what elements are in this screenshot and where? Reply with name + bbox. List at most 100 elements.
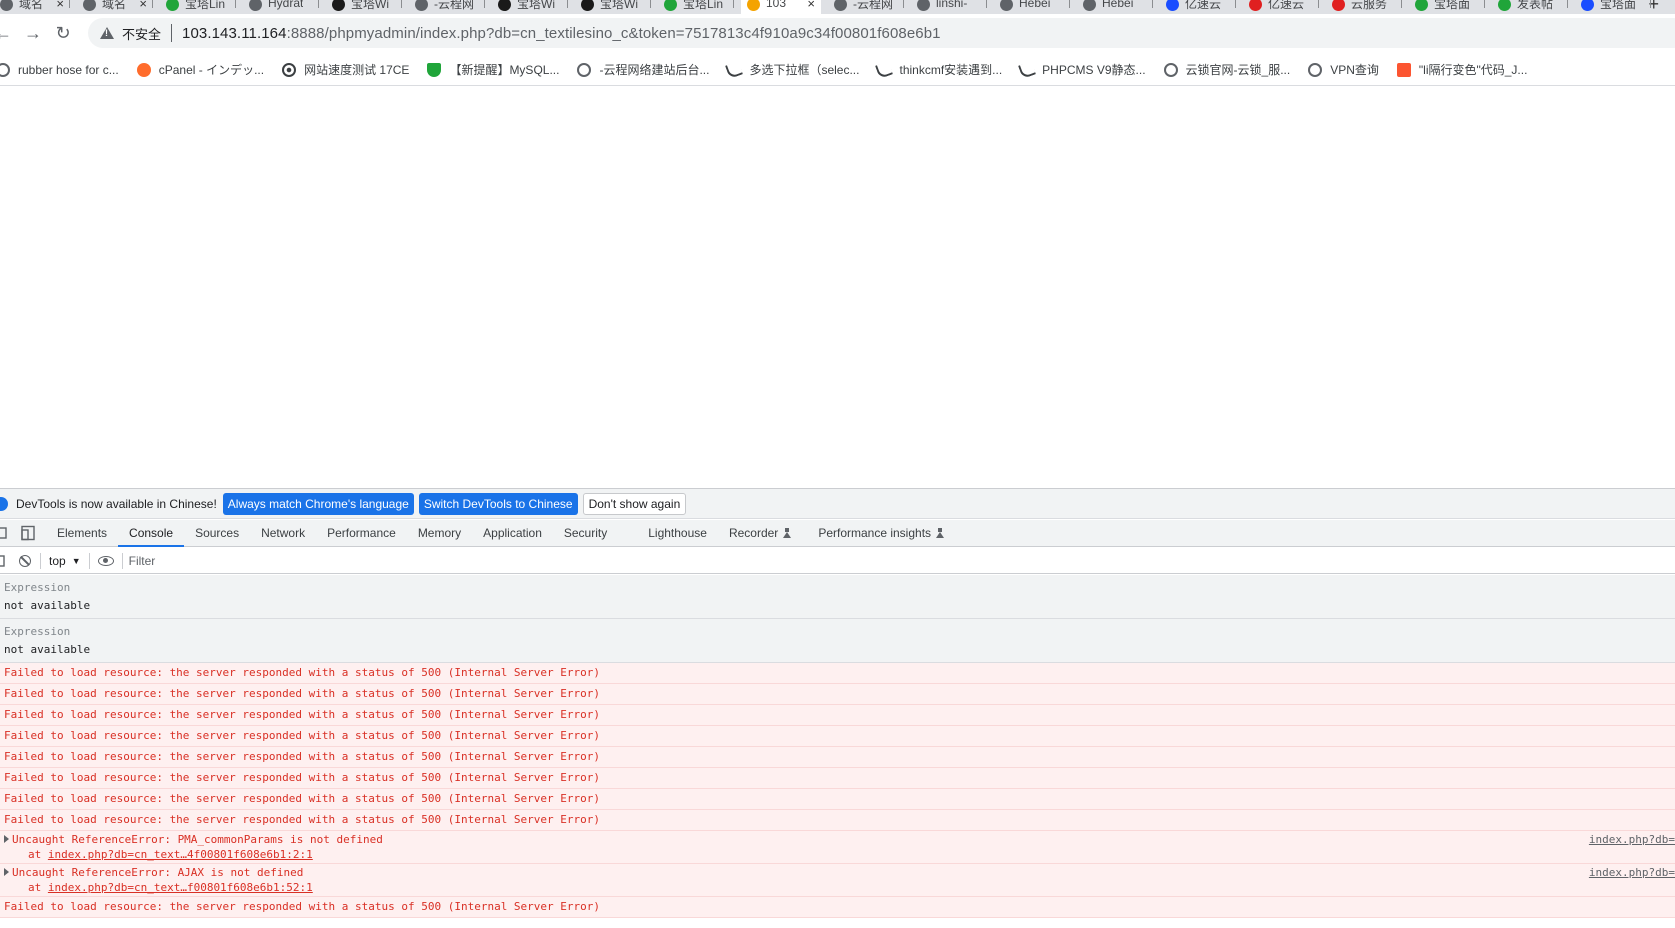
browser-tab[interactable]: linshi-: [911, 0, 987, 14]
stack-frame-link[interactable]: index.php?db=cn_text…4f00801f608e6b1:2:1: [48, 848, 313, 861]
infobar-message: DevTools is now available in Chinese!: [16, 496, 217, 511]
devtools-tab-performance-insights[interactable]: Performance insights: [807, 520, 960, 546]
devtools-tab-label: Security: [563, 526, 608, 540]
bookmark-item[interactable]: VPN查询: [1308, 61, 1379, 78]
devtools-tab-sources[interactable]: Sources: [184, 520, 250, 546]
bookmark-item[interactable]: rubber hose for c...: [0, 62, 119, 77]
tab-favicon-icon: [917, 0, 930, 11]
address-bar[interactable]: 不安全 103.143.11.164:8888/phpmyadmin/index…: [88, 18, 1675, 48]
browser-tab[interactable]: 宝塔Lin: [658, 0, 734, 14]
devtools-tab-lighthouse[interactable]: Lighthouse: [618, 520, 718, 546]
browser-tab[interactable]: 发表帖: [1492, 0, 1568, 14]
tab-close-icon[interactable]: ×: [139, 0, 147, 11]
console-exception-message[interactable]: Uncaught ReferenceError: PMA_commonParam…: [0, 831, 1675, 864]
console-error-message: Failed to load resource: the server resp…: [0, 726, 1675, 747]
browser-tab[interactable]: -云程网: [409, 0, 485, 14]
forward-button[interactable]: →: [22, 22, 44, 44]
inspect-element-icon[interactable]: [0, 520, 10, 546]
devtools-tab-label: Application: [483, 526, 542, 540]
bookmark-item[interactable]: 【新提醒】MySQL...: [427, 61, 559, 78]
bookmark-label: VPN查询: [1330, 63, 1379, 77]
always-match-language-button[interactable]: Always match Chrome's language: [222, 492, 414, 515]
stack-prefix: at: [28, 848, 48, 861]
tab-title: 宝塔Wi: [600, 0, 638, 11]
browser-tab[interactable]: 云服务: [1326, 0, 1402, 14]
console-error-message: Failed to load resource: the server resp…: [0, 663, 1675, 684]
browser-tab[interactable]: Hebei: [994, 0, 1070, 14]
browser-tab[interactable]: 宝塔面: [1409, 0, 1485, 14]
browser-tab[interactable]: 宝塔Lin: [160, 0, 236, 14]
devtools-tab-performance[interactable]: Performance: [316, 520, 407, 546]
clear-console-icon: [19, 554, 31, 567]
browser-tab[interactable]: 宝塔面: [1575, 0, 1651, 14]
context-label: top: [49, 553, 66, 568]
browser-tab[interactable]: -云程网: [828, 0, 904, 14]
bookmark-item[interactable]: "li隔行变色"代码_J...: [1396, 61, 1528, 78]
expand-triangle-icon[interactable]: [4, 835, 9, 843]
url-text[interactable]: 103.143.11.164:8888/phpmyadmin/index.php…: [182, 25, 941, 42]
context-selector[interactable]: top ▼: [49, 554, 81, 568]
bookmark-item[interactable]: -云程网络建站后台...: [577, 61, 709, 78]
tab-title: 发表帖: [1517, 0, 1554, 11]
sidebar-toggle-icon[interactable]: [0, 549, 10, 573]
expand-triangle-icon[interactable]: [4, 868, 9, 876]
bookmark-item[interactable]: cPanel - インデッ...: [136, 61, 264, 78]
exception-text: Uncaught ReferenceError: AJAX is not def…: [12, 866, 304, 879]
browser-window: + 域名 × 域名 × 宝塔Lin Hydrat 宝塔Wi -云程网 宝塔Wi 宝塔Wi 宝塔Lin…: [0, 0, 1675, 928]
insecure-label[interactable]: 不安全: [122, 24, 161, 43]
filter-input[interactable]: Filter: [129, 554, 156, 568]
switch-to-chinese-button[interactable]: Switch DevTools to Chinese: [418, 492, 578, 515]
source-location-link[interactable]: index.php?db=: [1589, 832, 1675, 848]
tab-favicon-icon: [249, 0, 262, 11]
devtools-tab-elements[interactable]: Elements: [46, 520, 118, 546]
browser-tab[interactable]: Hebei: [1077, 0, 1153, 14]
devtools-tab-label: Lighthouse: [648, 526, 707, 540]
devtools-tab-recorder[interactable]: Recorder: [718, 520, 807, 546]
devtools-tab-memory[interactable]: Memory: [407, 520, 472, 546]
stack-frame-link[interactable]: index.php?db=cn_text…f00801f608e6b1:52:1: [48, 881, 313, 894]
browser-tab[interactable]: 宝塔Wi: [492, 0, 568, 14]
tab-title: 宝塔Wi: [351, 0, 389, 11]
devtools-tab-network[interactable]: Network: [250, 520, 316, 546]
browser-tab[interactable]: Hydrat: [243, 0, 319, 14]
bookmark-item[interactable]: 多选下拉框（selec...: [725, 60, 859, 79]
tab-title: 云服务: [1351, 0, 1388, 11]
bookmark-item[interactable]: 云锁官网-云锁_服...: [1163, 61, 1290, 78]
live-expression[interactable]: Expression not available: [0, 619, 1675, 663]
tab-title: 宝塔Wi: [517, 0, 555, 11]
devtools-tab-application[interactable]: Application: [472, 520, 553, 546]
tab-close-icon[interactable]: ×: [807, 0, 815, 11]
tab-favicon-icon: [834, 0, 847, 11]
live-expression-eye-icon[interactable]: [97, 555, 114, 566]
devtools-tab-security[interactable]: Security: [553, 520, 618, 546]
info-icon: [0, 496, 8, 511]
tab-favicon-icon: [0, 0, 13, 11]
dont-show-again-button[interactable]: Don't show again: [582, 492, 687, 515]
browser-tab[interactable]: 亿速云: [1160, 0, 1236, 14]
bookmark-item[interactable]: PHPCMS V9静态...: [1018, 60, 1146, 79]
reload-button[interactable]: ↻: [52, 22, 74, 44]
clear-console-button[interactable]: [10, 549, 40, 573]
tab-favicon-icon: [1083, 0, 1096, 11]
browser-tab[interactable]: 域名 ×: [77, 0, 153, 14]
source-location-link[interactable]: index.php?db=: [1589, 865, 1675, 881]
back-button[interactable]: ←: [0, 22, 14, 44]
bookmarks-bar: rubber hose for c... cPanel - インデッ... 网站速度…: [0, 54, 1675, 86]
browser-tab[interactable]: 宝塔Wi: [575, 0, 651, 14]
tab-favicon-icon: [1000, 0, 1013, 11]
warning-icon[interactable]: [100, 27, 114, 39]
experimental-flask-icon: [783, 528, 792, 538]
console-toolbar: top ▼ Filter: [0, 548, 1675, 574]
tab-close-icon[interactable]: ×: [56, 0, 64, 11]
bookmark-item[interactable]: thinkcmf安装遇到...: [875, 60, 1002, 79]
devtools-tab-console[interactable]: Console: [118, 520, 185, 547]
browser-tab[interactable]: 亿速云: [1243, 0, 1319, 14]
browser-tab[interactable]: 宝塔Wi: [326, 0, 402, 14]
console-exception-message[interactable]: Uncaught ReferenceError: AJAX is not def…: [0, 864, 1675, 897]
browser-tab[interactable]: 103 ×: [741, 0, 821, 14]
device-toolbar-icon[interactable]: [10, 520, 46, 546]
bookmark-item[interactable]: 网站速度测试 17CE: [282, 61, 409, 78]
browser-tab[interactable]: 域名 ×: [0, 0, 70, 14]
bookmark-label: "li隔行变色"代码_J...: [1418, 63, 1528, 77]
live-expression[interactable]: Expression not available: [0, 575, 1675, 619]
